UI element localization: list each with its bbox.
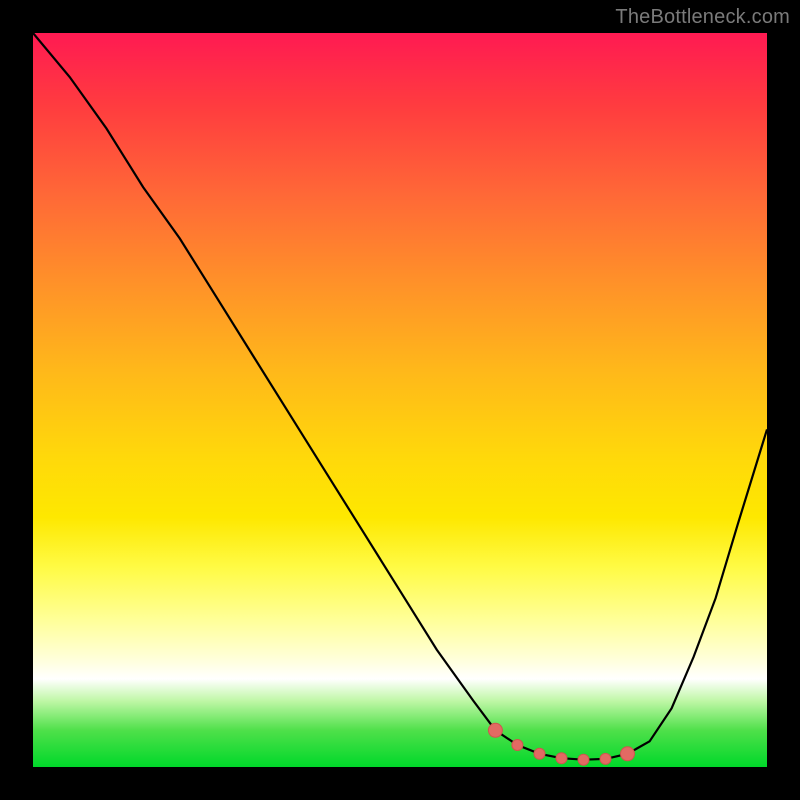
marker-point (488, 723, 502, 737)
chart-frame: TheBottleneck.com (0, 0, 800, 800)
marker-point (621, 747, 635, 761)
curve-path (33, 33, 767, 760)
marker-point (512, 740, 523, 751)
marker-group (488, 723, 634, 765)
marker-point (556, 753, 567, 764)
marker-point (534, 748, 545, 759)
watermark-text: TheBottleneck.com (615, 6, 790, 29)
marker-point (600, 753, 611, 764)
plot-area (33, 33, 767, 767)
marker-point (578, 754, 589, 765)
bottleneck-curve (33, 33, 767, 767)
